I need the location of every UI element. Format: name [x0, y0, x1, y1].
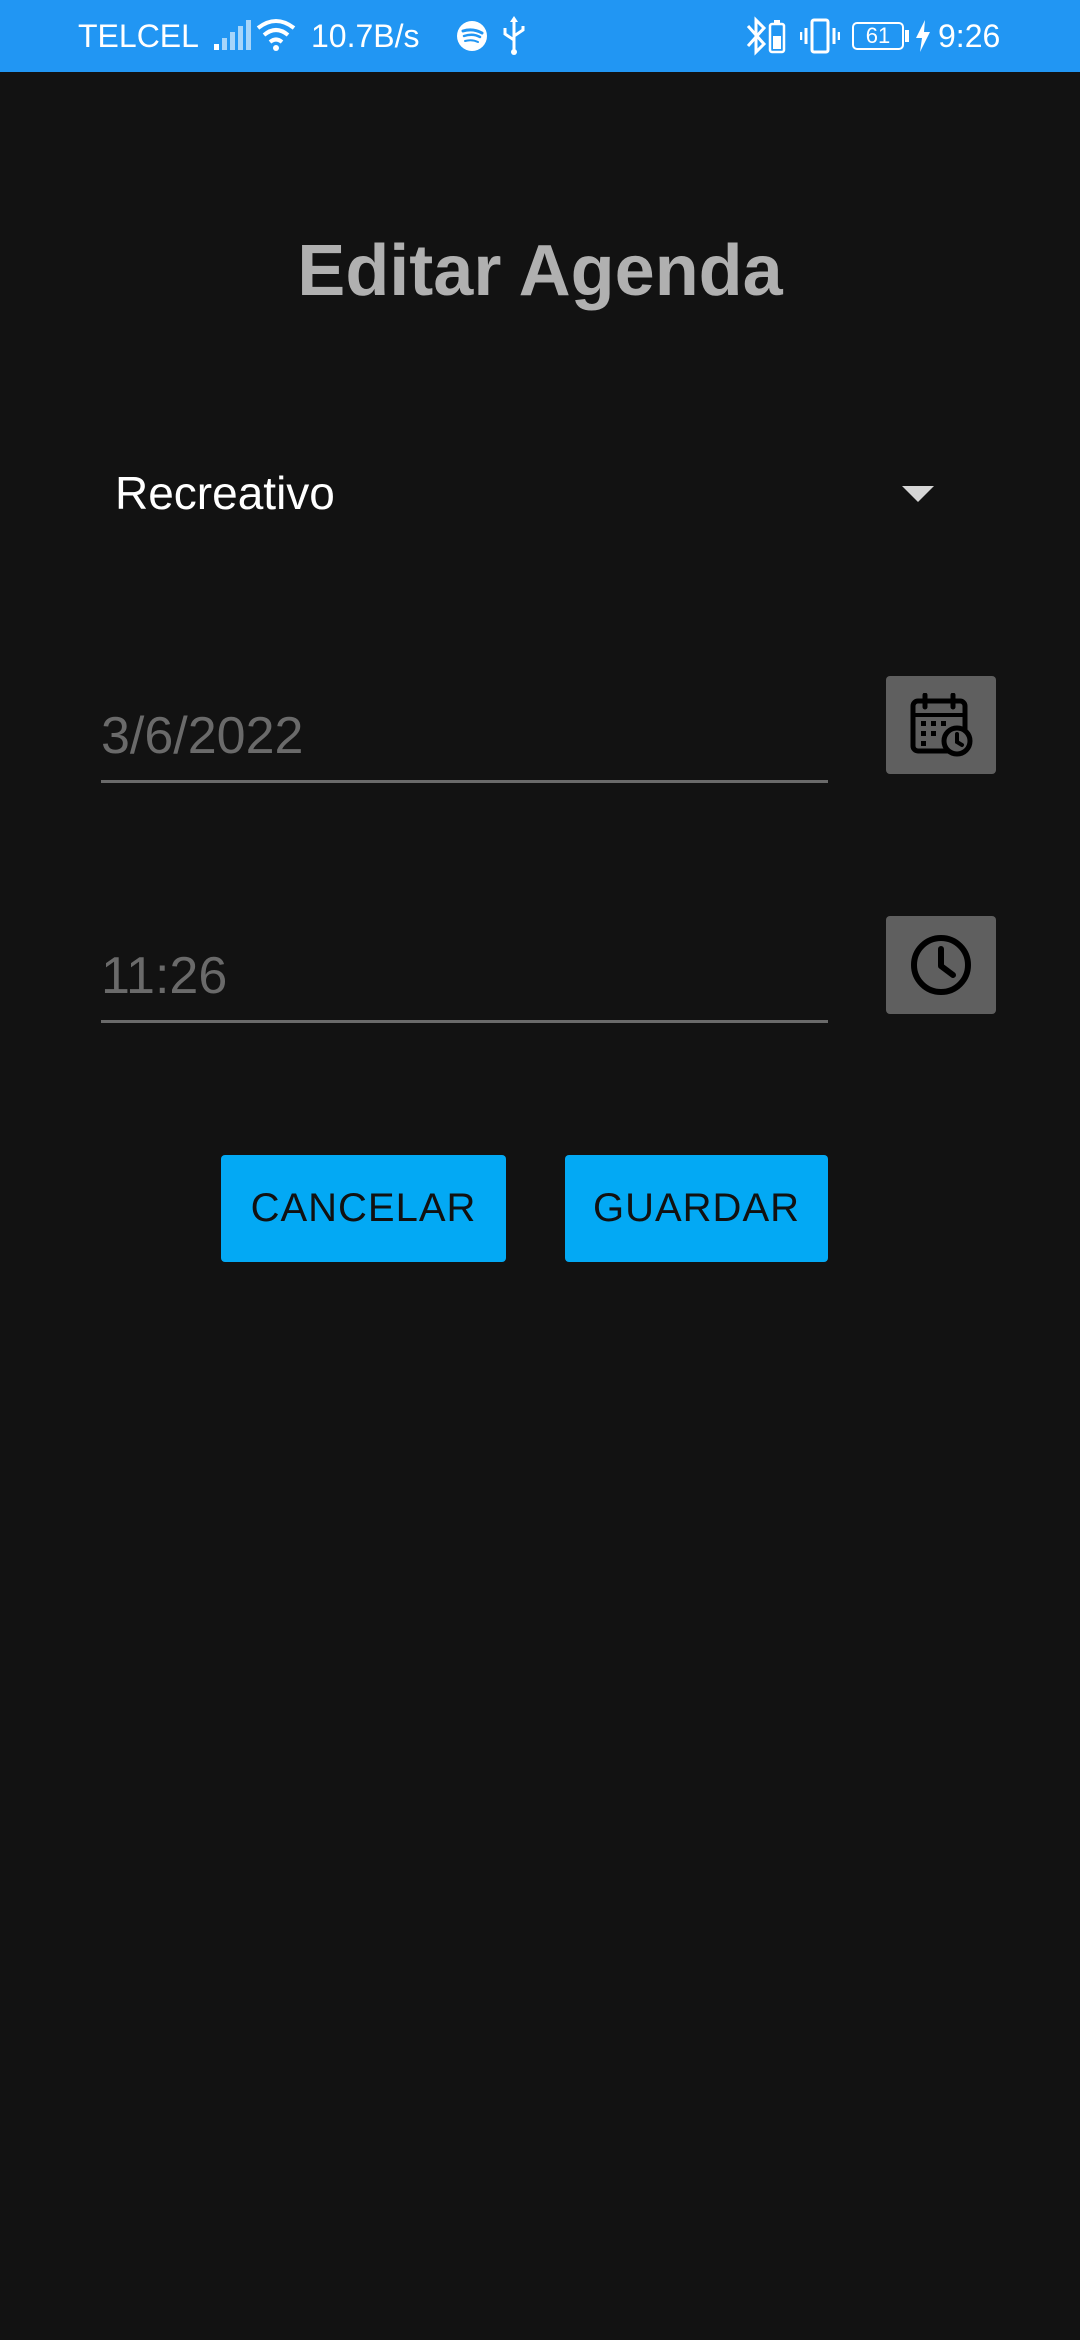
calendar-clock-icon — [910, 693, 973, 757]
bluetooth-battery-icon — [746, 16, 786, 56]
page-title: Editar Agenda — [297, 231, 783, 311]
date-field-container — [101, 660, 828, 783]
battery-tip — [905, 30, 909, 42]
cancel-button[interactable]: CANCELAR — [221, 1155, 506, 1262]
battery-level: 61 — [865, 23, 891, 48]
category-dropdown[interactable]: Recreativo — [100, 450, 950, 540]
battery-icon: 61 — [852, 22, 904, 50]
vibrate-icon — [800, 18, 840, 54]
carrier-name: TELCEL — [78, 18, 199, 54]
clock-icon — [911, 935, 971, 995]
status-bar: TELCEL 10.7B/s 61 9:26 — [0, 0, 1080, 72]
date-input[interactable] — [101, 706, 821, 766]
time-picker-button[interactable] — [886, 916, 996, 1014]
date-picker-button[interactable] — [886, 676, 996, 774]
time-input[interactable] — [101, 946, 821, 1006]
signal-icon — [214, 20, 251, 50]
network-speed: 10.7B/s — [311, 18, 420, 54]
save-button[interactable]: GUARDAR — [565, 1155, 828, 1262]
charging-icon — [916, 20, 930, 52]
dropdown-arrow-icon — [902, 486, 934, 502]
spotify-icon — [457, 21, 487, 51]
clock: 9:26 — [938, 18, 1001, 54]
time-field-container — [101, 900, 828, 1023]
wifi-icon — [256, 19, 296, 51]
usb-icon — [503, 16, 525, 55]
category-selected-value: Recreativo — [115, 467, 335, 519]
